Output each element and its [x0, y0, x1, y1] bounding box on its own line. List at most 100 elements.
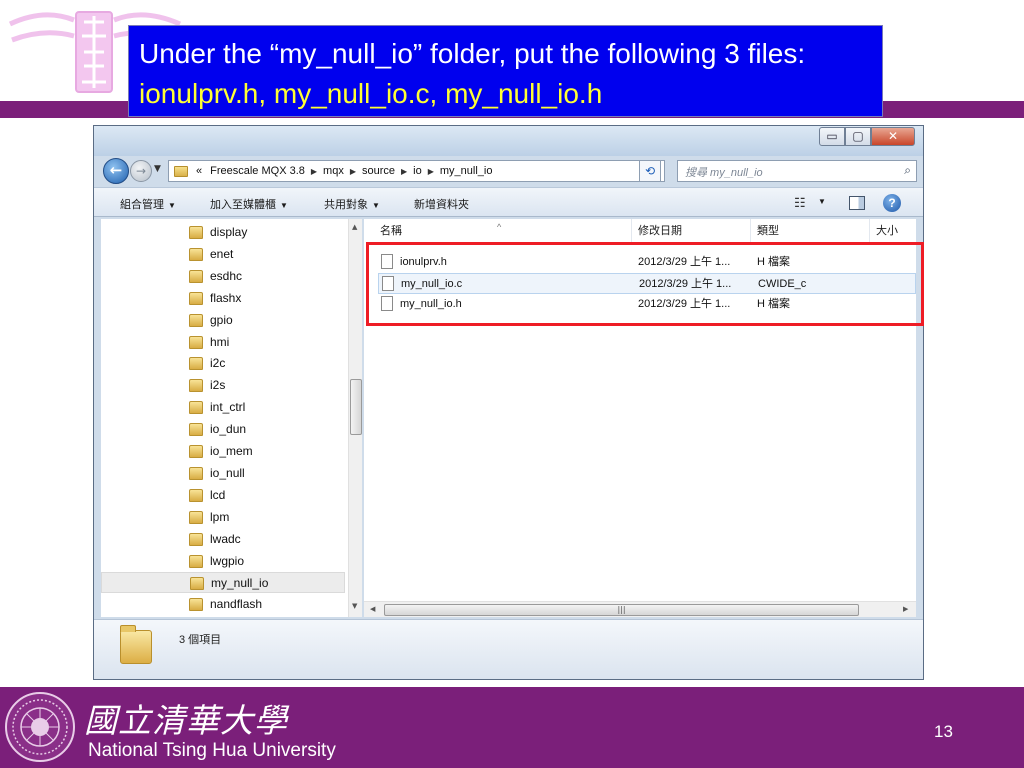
search-input[interactable]: 搜尋 my_null_io ⌕: [677, 160, 917, 182]
folder-icon: [189, 313, 203, 327]
view-options-icon[interactable]: ☷: [794, 195, 806, 211]
sidebar-item-int-ctrl[interactable]: int_ctrl: [101, 397, 345, 418]
sidebar-item-label: enet: [210, 246, 234, 261]
folder-icon: [189, 488, 203, 502]
university-seal-icon: [5, 692, 75, 762]
breadcrumb-freescale[interactable]: Freescale MQX 3.8: [206, 165, 309, 177]
breadcrumb-separator-icon[interactable]: ▶: [426, 167, 436, 176]
sidebar-item-io-null[interactable]: io_null: [101, 463, 345, 484]
folder-icon: [189, 335, 203, 349]
sort-up-icon: ^: [497, 222, 502, 232]
recent-pages-dropdown[interactable]: ▼: [154, 164, 161, 174]
breadcrumb-source[interactable]: source: [358, 165, 399, 177]
folder-icon: [189, 291, 203, 305]
breadcrumb-separator-icon[interactable]: ▶: [399, 167, 409, 176]
forward-button[interactable]: →: [130, 160, 152, 182]
sidebar-item-label: esdhc: [210, 268, 243, 283]
sidebar-item-label: int_ctrl: [210, 400, 246, 415]
sidebar-item-label: gpio: [210, 312, 233, 327]
folder-icon: [189, 532, 203, 546]
sidebar-item-label: nandflash: [210, 597, 263, 612]
sidebar-item-label: lwgpio: [210, 553, 245, 568]
add-to-library-label: 加入至媒體櫃: [210, 199, 276, 211]
sidebar-item-label: i2c: [210, 356, 226, 371]
address-bar[interactable]: « Freescale MQX 3.8 ▶ mqx ▶ source ▶ io …: [168, 160, 665, 182]
file-list-horizontal-scrollbar[interactable]: ◀ ||| ▶: [364, 601, 916, 617]
sidebar-item-hmi[interactable]: hmi: [101, 332, 345, 353]
column-header-type[interactable]: 類型: [751, 219, 870, 243]
details-pane: 3 個項目: [94, 619, 923, 679]
sidebar-item-label: io_dun: [210, 422, 247, 437]
sidebar-item-label: lpm: [210, 509, 230, 524]
chevron-down-icon: ▼: [168, 201, 176, 210]
breadcrumb-io[interactable]: io: [409, 165, 426, 177]
scroll-right-icon[interactable]: ▶: [903, 605, 908, 613]
folder-icon: [189, 445, 203, 458]
sidebar-item-i2c[interactable]: i2c: [101, 353, 345, 374]
sidebar-item-esdhc[interactable]: esdhc: [101, 266, 345, 287]
folder-icon: [189, 357, 203, 371]
page-number: 13: [934, 722, 953, 741]
back-button[interactable]: ←: [103, 158, 129, 184]
sidebar-item-lwadc[interactable]: lwadc: [101, 529, 345, 550]
breadcrumb-separator-icon[interactable]: ▶: [309, 167, 319, 176]
sidebar-item-label: lwadc: [210, 531, 241, 546]
title-text: Under the “my_null_io” folder, put the f…: [139, 38, 806, 69]
breadcrumb-separator-icon[interactable]: ▶: [348, 167, 358, 176]
scroll-up-icon[interactable]: ▲: [352, 223, 357, 231]
add-to-library-button[interactable]: 加入至媒體櫃 ▼: [210, 196, 288, 212]
sidebar-item-io-dun[interactable]: io_dun: [101, 419, 345, 440]
nav-pane-scrollbar[interactable]: ▲ ▼: [348, 219, 362, 617]
sidebar-item-enet[interactable]: enet: [101, 244, 345, 265]
share-with-label: 共用對象: [324, 199, 368, 211]
folder-icon: [189, 247, 203, 261]
maximize-button[interactable]: ▢: [845, 127, 871, 146]
column-header-date[interactable]: 修改日期: [632, 219, 751, 243]
back-arrow-icon: ←: [109, 161, 123, 179]
sidebar-item-io-mem[interactable]: io_mem: [101, 441, 345, 462]
column-header-name[interactable]: 名稱 ^: [364, 219, 632, 243]
title-file-list: ionulprv.h, my_null_io.c, my_null_io.h: [139, 78, 603, 109]
minimize-button[interactable]: ▭: [819, 127, 845, 146]
breadcrumb-mqx[interactable]: mqx: [319, 165, 348, 177]
sidebar-item-lpm[interactable]: lpm: [101, 507, 345, 528]
organize-button[interactable]: 組合管理 ▼: [120, 196, 176, 212]
sidebar-item-my-null-io[interactable]: my_null_io: [101, 572, 345, 594]
scroll-down-icon[interactable]: ▼: [352, 602, 357, 610]
close-button[interactable]: ✕: [871, 127, 915, 146]
command-bar: 組合管理 ▼ 加入至媒體櫃 ▼ 共用對象 ▼ 新增資料夾 ☷ ▼ ?: [94, 187, 923, 217]
sidebar-item-lwgpio[interactable]: lwgpio: [101, 551, 345, 572]
sidebar-item-gpio[interactable]: gpio: [101, 310, 345, 331]
sidebar-item-display[interactable]: display: [101, 222, 345, 243]
search-placeholder: 搜尋 my_null_io: [685, 167, 763, 179]
folder-icon: [189, 598, 203, 612]
sidebar-item-label: my_null_io: [211, 576, 269, 591]
breadcrumb-overflow[interactable]: «: [192, 165, 206, 177]
chevron-down-icon: ▼: [280, 201, 288, 210]
sidebar-item-lcd[interactable]: lcd: [101, 485, 345, 506]
chevron-down-icon[interactable]: ▼: [818, 197, 826, 206]
refresh-button[interactable]: ⟲: [639, 160, 661, 182]
navigation-row: ← → ▼ « Freescale MQX 3.8 ▶ mqx ▶ source…: [94, 156, 923, 186]
search-icon[interactable]: ⌕: [904, 163, 911, 178]
scroll-thumb[interactable]: [350, 379, 362, 435]
folder-icon: [189, 554, 203, 568]
sidebar-item-label: flashx: [210, 290, 242, 305]
sidebar-item-flashx[interactable]: flashx: [101, 288, 345, 309]
sidebar-item-i2s[interactable]: i2s: [101, 375, 345, 396]
preview-pane-icon[interactable]: [849, 196, 865, 210]
sidebar-item-nandflash[interactable]: nandflash: [101, 594, 345, 615]
help-icon[interactable]: ?: [883, 194, 901, 212]
scroll-thumb[interactable]: |||: [384, 604, 859, 616]
new-folder-button[interactable]: 新增資料夾: [414, 196, 469, 212]
column-name-label: 名稱: [380, 225, 402, 237]
scroll-left-icon[interactable]: ◀: [370, 605, 375, 613]
column-header-size[interactable]: 大小: [870, 219, 916, 243]
forward-arrow-icon: →: [135, 164, 147, 178]
navigation-pane: nandflash my_null_io lwgpio lwadc lpm lcd io_n…: [101, 219, 362, 617]
folder-icon: [189, 423, 203, 437]
breadcrumb-my-null-io[interactable]: my_null_io: [436, 165, 497, 177]
sidebar-item-label: display: [210, 225, 248, 239]
university-name-english: National Tsing Hua University: [88, 740, 336, 761]
share-with-button[interactable]: 共用對象 ▼: [324, 196, 380, 212]
